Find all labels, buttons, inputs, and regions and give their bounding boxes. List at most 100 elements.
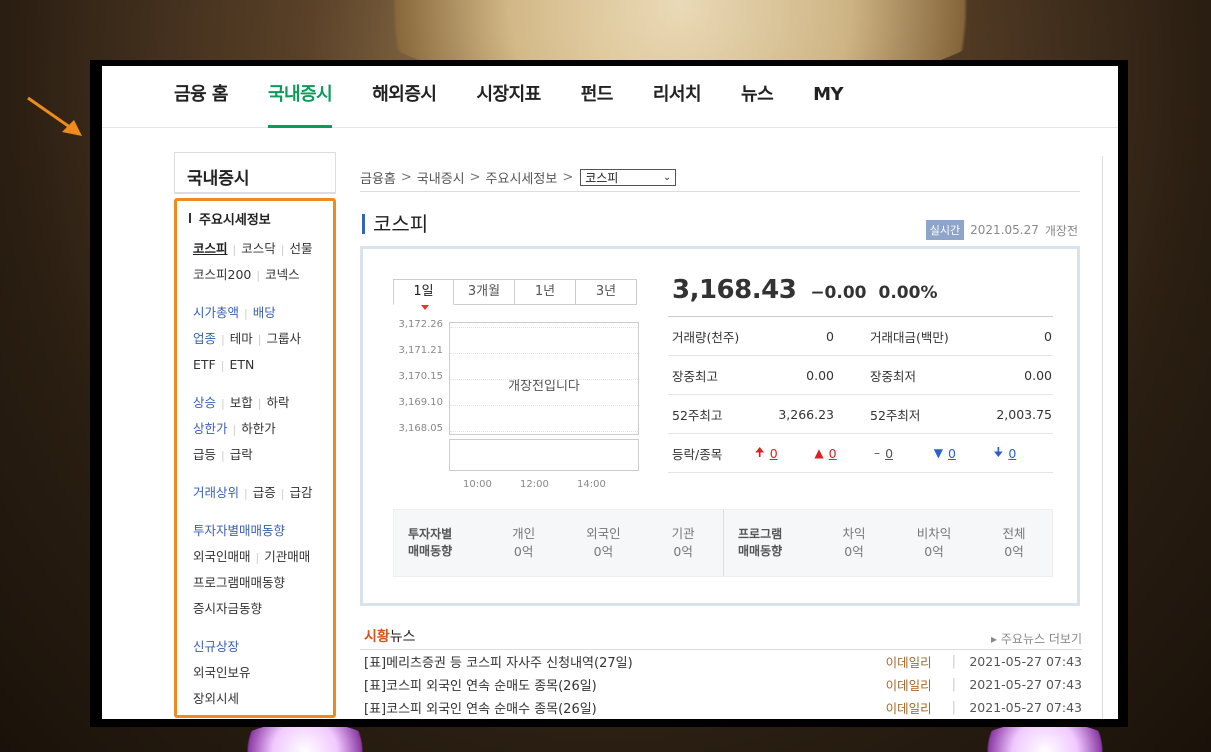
news-item: [표]메리츠증권 등 코스피 자사주 신청내역(27일) 이데일리 | 2021-05… bbox=[360, 650, 1082, 673]
advance-decline-count[interactable]: 0 bbox=[1008, 446, 1016, 461]
sidebar-link[interactable]: 보합 bbox=[230, 395, 253, 410]
sidebar-link[interactable]: 코스피200 bbox=[193, 267, 251, 282]
sidebar-section-head[interactable]: 주요시세정보 bbox=[189, 209, 333, 228]
breadcrumb-link[interactable]: 금융홈 bbox=[360, 168, 396, 187]
title-meta: 실시간 2021.05.27 개장전 bbox=[925, 220, 1078, 240]
sidebar-link[interactable]: 하한가 bbox=[241, 421, 276, 436]
sidebar-link[interactable]: 급감 bbox=[289, 485, 312, 500]
sidebar-link[interactable]: 코스닥 bbox=[241, 241, 276, 256]
advance-decline-item[interactable]: ▼ 0 bbox=[934, 446, 994, 461]
sidebar-row: 급등 | 급락 bbox=[193, 442, 333, 468]
nav-item[interactable]: 시장지표 bbox=[476, 66, 541, 128]
breadcrumb: 금융홈 > 국내증시 > 주요시세정보 > 코스피 ⌄ bbox=[360, 152, 1080, 192]
quote-row: 52주최고 3,266.23 52주최저 2,003.75 bbox=[668, 395, 1053, 434]
sidebar-link[interactable]: 급증 bbox=[253, 485, 276, 500]
quote-label: 장중최고 bbox=[672, 368, 719, 384]
gridline bbox=[450, 431, 638, 432]
divider: | bbox=[951, 654, 956, 669]
advance-decline-count[interactable]: 0 bbox=[885, 446, 893, 461]
news-title-link[interactable]: [표]메리츠증권 등 코스피 자사주 신청내역(27일) bbox=[364, 652, 886, 671]
flat-icon: – bbox=[874, 446, 881, 460]
sidebar-link[interactable]: 코넥스 bbox=[265, 267, 300, 282]
x-axis-tick-label: 12:00 bbox=[520, 479, 549, 490]
investor-type: 외국인 bbox=[586, 526, 621, 541]
tab-period[interactable]: 3개월 bbox=[454, 279, 515, 305]
quote-value: 0.00 bbox=[806, 367, 834, 383]
sidebar-link[interactable]: ETN bbox=[229, 357, 254, 372]
quote-value: 0 bbox=[1044, 328, 1052, 344]
quote-value: 0 bbox=[826, 328, 834, 344]
sidebar-link[interactable]: 테마 bbox=[230, 331, 253, 346]
sidebar-link[interactable]: ETF bbox=[193, 357, 216, 372]
tab-period[interactable]: 3년 bbox=[576, 279, 637, 305]
nav-item[interactable]: 리서치 bbox=[653, 66, 702, 128]
y-axis-tick-label: 3,170.15 bbox=[398, 371, 443, 382]
y-axis-tick-label: 3,169.10 bbox=[398, 397, 443, 408]
sidebar-link[interactable]: 외국인매매 bbox=[193, 549, 251, 564]
market-select[interactable]: 코스피 ⌄ bbox=[580, 169, 677, 186]
gridline bbox=[450, 353, 638, 354]
tab-period[interactable]: 1일 bbox=[393, 279, 454, 310]
nav-item[interactable]: 금융 홈 bbox=[174, 66, 228, 128]
divider: | bbox=[232, 423, 237, 436]
sidebar-link[interactable]: 프로그램매매동향 bbox=[193, 575, 285, 590]
news-source: 이데일리 bbox=[885, 655, 932, 670]
sidebar-link[interactable]: 신규상장 bbox=[193, 639, 239, 654]
sidebar-link[interactable]: 장외시세 bbox=[193, 691, 239, 706]
investor-cell: 기관 0억 bbox=[643, 525, 723, 561]
quote-label: 52주최고 bbox=[672, 407, 723, 423]
chevron-right-icon: > bbox=[400, 170, 412, 185]
sidebar-link[interactable]: 시가총액 bbox=[193, 305, 239, 320]
news-source: 이데일리 bbox=[885, 701, 932, 716]
price-row: 3,168.43 −0.00 0.00% bbox=[668, 275, 1053, 317]
breadcrumb-link[interactable]: 국내증시 bbox=[417, 168, 465, 187]
sidebar-link[interactable]: 증시자금동향 bbox=[193, 601, 262, 616]
sidebar-link[interactable]: 상승 bbox=[193, 395, 216, 410]
chevron-right-icon: > bbox=[469, 170, 481, 185]
advance-decline-count[interactable]: 0 bbox=[948, 446, 956, 461]
x-axis-tick-label: 10:00 bbox=[463, 479, 492, 490]
investor-group: 프로그램 매매동향 차익 0억 비차익 0억 전체 0억 bbox=[724, 510, 1054, 576]
sidebar-link[interactable]: 거래상위 bbox=[193, 485, 239, 500]
news-title-link[interactable]: [표]코스피 외국인 연속 순매도 종목(26일) bbox=[364, 675, 886, 694]
sidebar-link[interactable]: 선물 bbox=[289, 241, 312, 256]
divider: | bbox=[255, 551, 260, 564]
sidebar-row: 시가총액 | 배당 bbox=[193, 300, 333, 326]
advance-decline-item[interactable]: –0 bbox=[874, 446, 934, 461]
nav-item[interactable]: 뉴스 bbox=[741, 66, 774, 128]
sidebar-link[interactable]: 급락 bbox=[230, 447, 253, 462]
advance-decline-item[interactable]: 🠉 0 bbox=[755, 443, 815, 464]
sidebar-link[interactable]: 상한가 bbox=[193, 421, 228, 436]
nav-item[interactable]: 펀드 bbox=[581, 66, 614, 128]
sidebar-link[interactable]: 업종 bbox=[193, 331, 216, 346]
divider: | bbox=[221, 397, 225, 410]
nav-item[interactable]: MY bbox=[813, 66, 843, 128]
x-axis-tick-label: 14:00 bbox=[577, 479, 606, 490]
sidebar-link[interactable]: 코스피 bbox=[193, 241, 228, 256]
more-news-link[interactable]: ▸ 주요뉴스 더보기 bbox=[991, 630, 1082, 647]
chevron-down-icon: ⌄ bbox=[662, 172, 672, 183]
sidebar-link[interactable]: 외국인보유 bbox=[193, 665, 251, 680]
advance-decline-count[interactable]: 0 bbox=[829, 446, 837, 461]
sidebar-link[interactable]: 급등 bbox=[193, 447, 216, 462]
nav-item[interactable]: 국내증시 bbox=[267, 66, 333, 128]
advance-decline-item[interactable]: 🠋 0 bbox=[993, 443, 1053, 464]
nav-item[interactable]: 해외증시 bbox=[372, 66, 437, 128]
breadcrumb-link[interactable]: 주요시세정보 bbox=[486, 168, 558, 187]
quote-value: 2,003.75 bbox=[996, 406, 1052, 422]
sidebar-link[interactable]: IPO bbox=[193, 717, 214, 718]
advance-decline-count[interactable]: 0 bbox=[770, 446, 778, 461]
sidebar-link[interactable]: 배당 bbox=[253, 305, 276, 320]
sidebar-link[interactable]: 투자자별매매동향 bbox=[193, 523, 285, 538]
sidebar-link[interactable]: 하락 bbox=[266, 395, 289, 410]
advance-decline-item[interactable]: ▲ 0 bbox=[814, 446, 874, 461]
investor-cell: 비차익 0억 bbox=[894, 525, 974, 561]
news-title-link[interactable]: [표]코스피 외국인 연속 순매수 종목(26일) bbox=[364, 698, 886, 717]
sidebar-link[interactable]: 기관매매 bbox=[264, 549, 310, 564]
investor-type: 전체 bbox=[1002, 526, 1026, 541]
market-date: 2021.05.27 bbox=[970, 223, 1039, 237]
sidebar-link[interactable]: 그룹사 bbox=[266, 331, 301, 346]
tab-period[interactable]: 1년 bbox=[515, 279, 576, 305]
